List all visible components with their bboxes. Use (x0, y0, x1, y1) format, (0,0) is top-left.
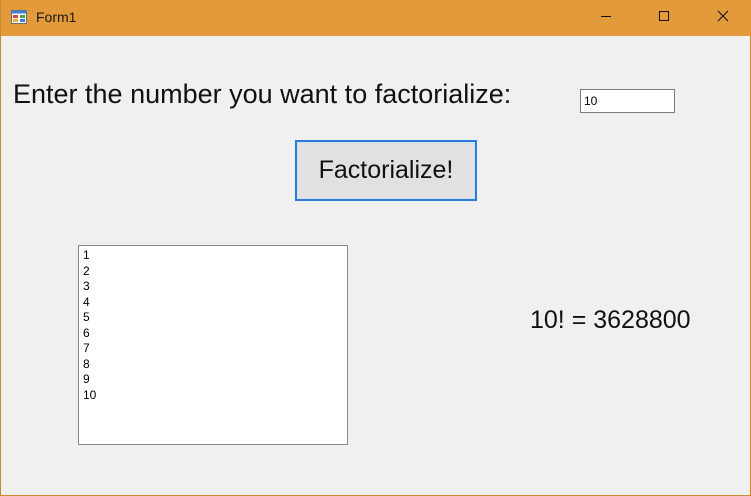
list-item[interactable]: 3 (83, 279, 343, 295)
title-bar[interactable]: Form1 (1, 0, 751, 36)
close-icon (717, 9, 729, 27)
list-item[interactable]: 7 (83, 341, 343, 357)
number-input[interactable] (580, 89, 675, 113)
maximize-icon (658, 9, 670, 27)
list-item[interactable]: 9 (83, 372, 343, 388)
close-button[interactable] (694, 0, 751, 36)
maximize-button[interactable] (635, 0, 693, 36)
prompt-label: Enter the number you want to factorializ… (13, 79, 512, 109)
list-item[interactable]: 4 (83, 295, 343, 311)
minimize-button[interactable] (577, 0, 635, 36)
list-item[interactable]: 5 (83, 310, 343, 326)
form-app-icon[interactable] (11, 10, 27, 24)
window-title: Form1 (36, 9, 77, 25)
list-item[interactable]: 6 (83, 326, 343, 342)
list-item[interactable]: 8 (83, 357, 343, 373)
list-item[interactable]: 1 (83, 248, 343, 264)
factorialize-button[interactable]: Factorialize! (295, 140, 477, 201)
minimize-icon (600, 9, 612, 27)
list-item[interactable]: 10 (83, 388, 343, 404)
result-label: 10! = 3628800 (530, 306, 691, 334)
form1-window: Form1 Enter the number you want to facto… (0, 0, 751, 496)
list-item[interactable]: 2 (83, 264, 343, 280)
factor-listbox[interactable]: 1 2 3 4 5 6 7 8 9 10 (78, 245, 348, 445)
